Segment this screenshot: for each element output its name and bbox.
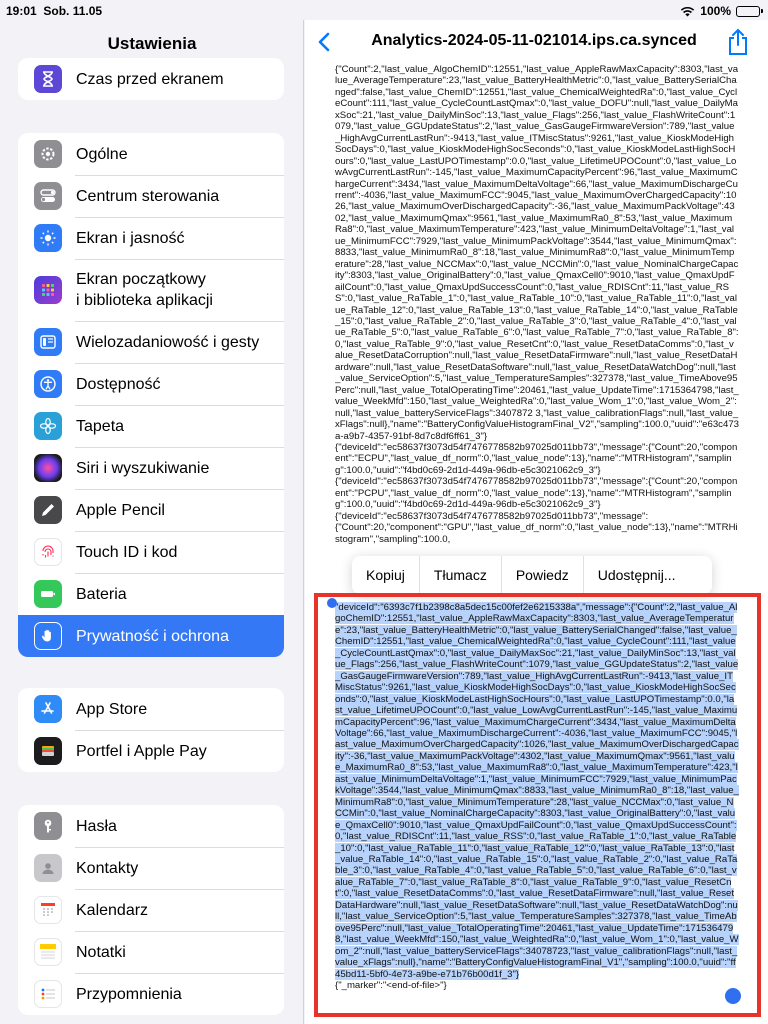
- share-icon[interactable]: [726, 28, 750, 56]
- battery-percent: 100%: [700, 4, 731, 18]
- fingerprint-icon: [34, 538, 62, 566]
- sidebar-item-touch-id[interactable]: Touch ID i kod: [18, 531, 284, 573]
- toggles-icon: [34, 182, 62, 210]
- sidebar-item-wallet[interactable]: Portfel i Apple Pay: [18, 730, 284, 772]
- app-grid-icon: [34, 276, 62, 304]
- status-bar: 19:01 Sob. 11.05 100%: [0, 0, 768, 20]
- hand-icon: [34, 622, 62, 650]
- back-chevron-icon[interactable]: [313, 30, 337, 54]
- key-icon: [34, 812, 62, 840]
- accessibility-icon: [34, 370, 62, 398]
- status-time: 19:01 Sob. 11.05: [6, 4, 103, 18]
- selected-text[interactable]: "deviceId":"6393c7f1b2398c8a5dec15c00fef…: [335, 602, 739, 980]
- appstore-icon: [34, 695, 62, 723]
- sidebar-item-contacts[interactable]: Kontakty: [18, 847, 284, 889]
- sidebar-item-apple-pencil[interactable]: Apple Pencil: [18, 489, 284, 531]
- sidebar-item-home-screen[interactable]: Ekran początkowy i biblioteka aplikacji: [18, 259, 284, 321]
- sidebar-item-screen-time[interactable]: Czas przed ekranem: [18, 58, 284, 100]
- log-text[interactable]: {"Count":2,"last_value_AlgoChemID":12551…: [335, 64, 739, 604]
- hourglass-icon: [34, 65, 62, 93]
- sidebar-item-calendar[interactable]: Kalendarz: [18, 889, 284, 931]
- navigation-bar: Analytics-2024-05-11-021014.ips.ca.synce…: [305, 20, 768, 64]
- sidebar-item-passwords[interactable]: Hasła: [18, 805, 284, 847]
- page-title: Analytics-2024-05-11-021014.ips.ca.synce…: [371, 32, 697, 49]
- contacts-icon: [34, 854, 62, 882]
- wallet-icon: [34, 737, 62, 765]
- calendar-icon: [34, 896, 62, 924]
- group-store: App Store Portfel i Apple Pay: [18, 688, 284, 772]
- pencil-icon: [34, 496, 62, 524]
- sidebar-item-multitasking[interactable]: Wielozadaniowość i gesty: [18, 321, 284, 363]
- selection-end-handle[interactable]: [725, 988, 741, 1004]
- sidebar-item-wallpaper[interactable]: Tapeta: [18, 405, 284, 447]
- sidebar-item-app-store[interactable]: App Store: [18, 688, 284, 730]
- sidebar-item-notes[interactable]: Notatki: [18, 931, 284, 973]
- gear-icon: [34, 140, 62, 168]
- flower-icon: [34, 412, 62, 440]
- sidebar-item-reminders[interactable]: Przypomnienia: [18, 973, 284, 1015]
- reminders-icon: [34, 980, 62, 1008]
- sidebar-title: Ustawienia: [107, 34, 197, 53]
- log-text-selected[interactable]: "deviceId":"6393c7f1b2398c8a5dec15c00fef…: [335, 602, 739, 1012]
- selection-start-handle[interactable]: [327, 598, 337, 608]
- battery-icon: [34, 580, 62, 608]
- end-of-file-marker: {"_marker":"<end-of-file>"}: [335, 979, 447, 991]
- sidebar-item-control-center[interactable]: Centrum sterowania: [18, 175, 284, 217]
- sidebar-item-battery[interactable]: Bateria: [18, 573, 284, 615]
- notes-icon: [34, 938, 62, 966]
- battery-icon: [736, 5, 763, 17]
- wifi-icon: [681, 6, 695, 16]
- sidebar-item-privacy[interactable]: Prywatność i ochrona: [18, 615, 284, 657]
- multitasking-icon: [34, 328, 62, 356]
- share-button[interactable]: Udostępnij...: [582, 556, 690, 594]
- sidebar-item-display[interactable]: Ekran i jasność: [18, 217, 284, 259]
- sidebar-item-general[interactable]: Ogólne: [18, 133, 284, 175]
- copy-button[interactable]: Kopiuj: [352, 556, 419, 594]
- sun-icon: [34, 224, 62, 252]
- speak-button[interactable]: Powiedz: [500, 556, 583, 594]
- group-apps: Hasła Kontakty Kalendarz Notatki Przypom…: [18, 805, 284, 1015]
- text-context-menu: Kopiuj Tłumacz Powiedz Udostępnij...: [352, 556, 712, 594]
- settings-sidebar: Ustawienia Czas przed ekranem Ogólne Cen…: [0, 20, 304, 1024]
- group-screen-time: Czas przed ekranem: [18, 58, 284, 100]
- sidebar-item-siri[interactable]: Siri i wyszukiwanie: [18, 447, 284, 489]
- siri-icon: [34, 454, 62, 482]
- group-general: Ogólne Centrum sterowania Ekran i jasnoś…: [18, 133, 284, 657]
- status-date: Sob. 11.05: [43, 4, 103, 18]
- sidebar-item-accessibility[interactable]: Dostępność: [18, 363, 284, 405]
- detail-pane: Analytics-2024-05-11-021014.ips.ca.synce…: [305, 20, 768, 1024]
- translate-button[interactable]: Tłumacz: [418, 556, 501, 594]
